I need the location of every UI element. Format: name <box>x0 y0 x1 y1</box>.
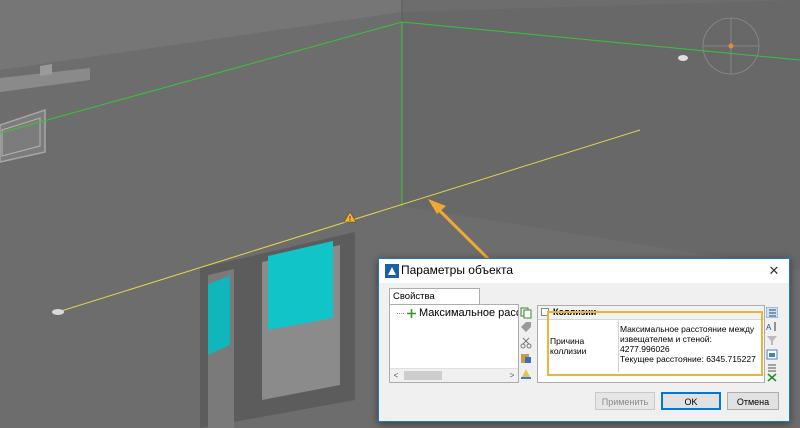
property-pages-icon[interactable] <box>766 349 778 360</box>
sort-az-icon[interactable]: A <box>766 321 778 332</box>
tree-item-max-distance[interactable]: ···· Максимальное расстояни <box>396 307 518 319</box>
horizontal-scrollbar[interactable]: < > <box>390 368 518 382</box>
scroll-right-button[interactable]: > <box>506 369 518 382</box>
tree-item-label: Максимальное расстояни <box>419 307 518 319</box>
detector-left[interactable] <box>52 309 64 315</box>
categorized-icon[interactable] <box>766 307 778 318</box>
close-icon: ✕ <box>768 263 780 278</box>
close-button[interactable]: ✕ <box>759 259 789 283</box>
copy-icon[interactable] <box>520 307 532 319</box>
dialog-app-icon <box>385 264 399 278</box>
grid-toolbar: A <box>765 305 779 383</box>
detector-top[interactable] <box>678 55 688 61</box>
tab-element-properties[interactable]: Свойства элемента <box>389 288 480 317</box>
svg-text:!: ! <box>349 216 351 223</box>
highlight-icon[interactable] <box>520 367 532 379</box>
svg-text:A: A <box>766 323 772 332</box>
scroll-left-button[interactable]: < <box>390 369 402 382</box>
ceiling-step-2 <box>40 64 52 76</box>
object-parameters-dialog: Параметры объекта ✕ Свойства элемента ··… <box>378 258 790 422</box>
tree-connector: ···· <box>396 308 405 318</box>
dialog-titlebar[interactable]: Параметры объекта ✕ <box>379 259 789 283</box>
cut-icon[interactable] <box>520 337 532 349</box>
ok-button[interactable]: OK <box>661 392 721 410</box>
filter-icon[interactable] <box>766 335 778 346</box>
cyan-glass-right <box>268 241 333 330</box>
element-tree[interactable]: ···· Максимальное расстояни < > <box>389 304 519 383</box>
view-cube-gizmo[interactable] <box>702 17 760 75</box>
apply-button[interactable]: Применить <box>595 392 655 410</box>
cyan-glass-left <box>208 276 230 355</box>
tree-toolbar <box>519 305 533 381</box>
scroll-thumb[interactable] <box>404 371 442 380</box>
dialog-title: Параметры объекта <box>401 263 514 277</box>
cancel-button[interactable]: Отмена <box>727 392 779 410</box>
crosshair-icon <box>407 308 416 318</box>
highlight-frame <box>547 311 763 376</box>
delete-icon[interactable] <box>766 372 778 383</box>
tag-icon[interactable] <box>520 321 532 333</box>
paste-icon[interactable] <box>520 352 532 364</box>
